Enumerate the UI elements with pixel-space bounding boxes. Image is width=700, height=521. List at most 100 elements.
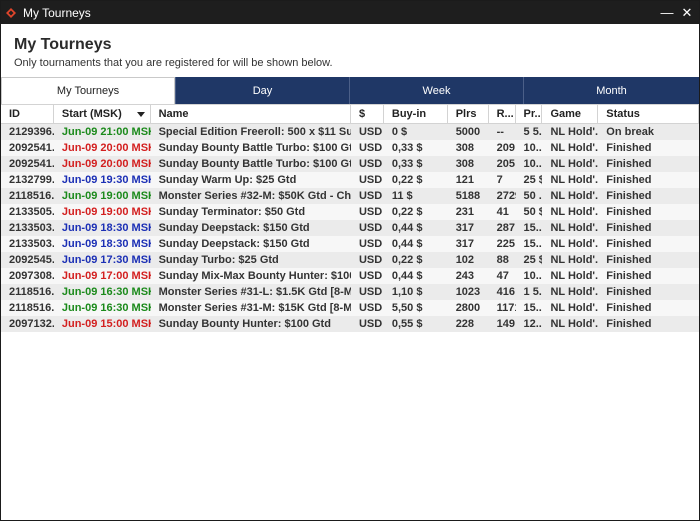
cell-name: Sunday Deepstack: $150 Gtd bbox=[158, 238, 310, 250]
cell-name: Special Edition Freeroll: 500 x $11 Sund… bbox=[158, 126, 351, 138]
cell-players: 317 bbox=[455, 222, 475, 234]
cell-prize: 50 $ bbox=[523, 206, 543, 218]
column-header-status[interactable]: Status bbox=[598, 105, 699, 123]
cell-start: Jun-09 15:00 MSK bbox=[61, 318, 151, 330]
cell-currency: USD bbox=[358, 270, 383, 282]
cell-buyin: 0,44 $ bbox=[391, 270, 423, 282]
cell-status: Finished bbox=[606, 286, 652, 298]
table-row[interactable]: 2132799... Jun-09 19:30 MSK Sunday Warm Up… bbox=[1, 172, 699, 188]
table-row[interactable]: 2133503... Jun-09 18:30 MSK Sunday Deepsta… bbox=[1, 220, 699, 236]
cell-name: Sunday Turbo: $25 Gtd bbox=[158, 254, 279, 266]
column-header-rank[interactable]: R... bbox=[489, 105, 516, 123]
cell-buyin: 0,22 $ bbox=[391, 174, 423, 186]
tab-month[interactable]: Month bbox=[523, 77, 699, 104]
cell-start: Jun-09 16:30 MSK bbox=[61, 302, 151, 314]
cell-start: Jun-09 16:30 MSK bbox=[61, 286, 151, 298]
cell-currency: USD bbox=[358, 174, 383, 186]
column-header-name[interactable]: Name bbox=[151, 105, 351, 123]
cell-buyin: 0,33 $ bbox=[391, 158, 423, 170]
cell-status: Finished bbox=[606, 318, 652, 330]
minimize-button[interactable]: — bbox=[657, 1, 677, 24]
cell-players: 102 bbox=[455, 254, 475, 266]
cell-prize: 10... bbox=[523, 270, 543, 282]
table-row[interactable]: 2097308... Jun-09 17:00 MSK Sunday Mix-Max… bbox=[1, 268, 699, 284]
sort-descending-icon bbox=[136, 112, 145, 117]
cell-start: Jun-09 19:30 MSK bbox=[61, 174, 151, 186]
cell-status: Finished bbox=[606, 238, 652, 250]
cell-prize: 25 $ bbox=[523, 254, 543, 266]
cell-id: 2133503... bbox=[9, 238, 54, 250]
table-row[interactable]: 2092541... Jun-09 20:00 MSK Sunday Bounty … bbox=[1, 156, 699, 172]
column-header-players[interactable]: Plrs bbox=[448, 105, 489, 123]
table-row[interactable]: 2129396... Jun-09 21:00 MSK Special Editio… bbox=[1, 124, 699, 140]
cell-currency: USD bbox=[358, 190, 383, 202]
cell-start: Jun-09 20:00 MSK bbox=[61, 158, 151, 170]
cell-prize: 25 $ bbox=[523, 174, 543, 186]
cell-id: 2092541... bbox=[9, 158, 54, 170]
page-header: My Tourneys Only tournaments that you ar… bbox=[1, 24, 699, 77]
cell-players: 121 bbox=[455, 174, 475, 186]
cell-currency: USD bbox=[358, 238, 383, 250]
cell-start: Jun-09 17:00 MSK bbox=[61, 270, 151, 282]
cell-currency: USD bbox=[358, 222, 383, 234]
cell-game: NL Hold'... bbox=[550, 206, 599, 218]
cell-game: NL Hold'... bbox=[550, 126, 599, 138]
cell-buyin: 5,50 $ bbox=[391, 302, 423, 314]
cell-buyin: 0,22 $ bbox=[391, 206, 423, 218]
cell-buyin: 0,55 $ bbox=[391, 318, 423, 330]
cell-game: NL Hold'... bbox=[550, 222, 599, 234]
cell-currency: USD bbox=[358, 126, 383, 138]
cell-id: 2118516... bbox=[9, 302, 54, 314]
cell-rank: 2729 bbox=[496, 190, 516, 202]
cell-start: Jun-09 17:30 MSK bbox=[61, 254, 151, 266]
close-button[interactable]: ✕ bbox=[677, 1, 697, 24]
tab-week[interactable]: Week bbox=[349, 77, 523, 104]
cell-name: Sunday Mix-Max Bounty Hunter: $100 ... bbox=[158, 270, 351, 282]
cell-name: Sunday Bounty Hunter: $100 Gtd bbox=[158, 318, 331, 330]
cell-id: 2133503... bbox=[9, 222, 54, 234]
column-header-start[interactable]: Start (MSK) bbox=[54, 105, 151, 123]
cell-status: Finished bbox=[606, 270, 652, 282]
table-row[interactable]: 2133505... Jun-09 19:00 MSK Sunday Termina… bbox=[1, 204, 699, 220]
column-header-buyin[interactable]: Buy-in bbox=[384, 105, 448, 123]
cell-currency: USD bbox=[358, 286, 383, 298]
cell-players: 2800 bbox=[455, 302, 481, 314]
column-header-prize[interactable]: Pr... bbox=[516, 105, 543, 123]
cell-buyin: 0 $ bbox=[391, 126, 408, 138]
column-header-id[interactable]: ID bbox=[1, 105, 54, 123]
cell-game: NL Hold'... bbox=[550, 142, 599, 154]
tab-day[interactable]: Day bbox=[175, 77, 349, 104]
cell-id: 2129396... bbox=[9, 126, 54, 138]
cell-start: Jun-09 19:00 MSK bbox=[61, 206, 151, 218]
title-bar: My Tourneys — ✕ bbox=[1, 1, 699, 24]
table-row[interactable]: 2118516... Jun-09 19:00 MSK Monster Series… bbox=[1, 188, 699, 204]
cell-buyin: 0,33 $ bbox=[391, 142, 423, 154]
cell-rank: 88 bbox=[496, 254, 509, 266]
cell-status: Finished bbox=[606, 302, 652, 314]
column-header-currency[interactable]: $ bbox=[351, 105, 384, 123]
cell-players: 308 bbox=[455, 142, 475, 154]
cell-status: On break bbox=[606, 126, 654, 138]
cell-id: 2133505... bbox=[9, 206, 54, 218]
cell-name: Sunday Terminator: $50 Gtd bbox=[158, 206, 306, 218]
app-logo-icon bbox=[6, 7, 16, 18]
tab-my-tourneys[interactable]: My Tourneys bbox=[1, 77, 175, 104]
table-row[interactable]: 2092545... Jun-09 17:30 MSK Sunday Turbo: … bbox=[1, 252, 699, 268]
cell-players: 1023 bbox=[455, 286, 481, 298]
cell-name: Sunday Bounty Battle Turbo: $100 Gtd bbox=[158, 158, 351, 170]
cell-buyin: 1,10 $ bbox=[391, 286, 423, 298]
cell-players: 243 bbox=[455, 270, 475, 282]
cell-start: Jun-09 20:00 MSK bbox=[61, 142, 151, 154]
cell-start: Jun-09 19:00 MSK bbox=[61, 190, 151, 202]
table-row[interactable]: 2118516... Jun-09 16:30 MSK Monster Series… bbox=[1, 300, 699, 316]
cell-name: Sunday Deepstack: $150 Gtd bbox=[158, 222, 310, 234]
cell-buyin: 0,44 $ bbox=[391, 222, 423, 234]
table-row[interactable]: 2118516... Jun-09 16:30 MSK Monster Series… bbox=[1, 284, 699, 300]
table-row[interactable]: 2133503... Jun-09 18:30 MSK Sunday Deepsta… bbox=[1, 236, 699, 252]
cell-players: 5188 bbox=[455, 190, 481, 202]
table-row[interactable]: 2097132... Jun-09 15:00 MSK Sunday Bounty … bbox=[1, 316, 699, 332]
cell-game: NL Hold'... bbox=[550, 174, 599, 186]
column-header-game[interactable]: Game bbox=[542, 105, 599, 123]
table-row[interactable]: 2092541... Jun-09 20:00 MSK Sunday Bounty … bbox=[1, 140, 699, 156]
cell-players: 5000 bbox=[455, 126, 481, 138]
